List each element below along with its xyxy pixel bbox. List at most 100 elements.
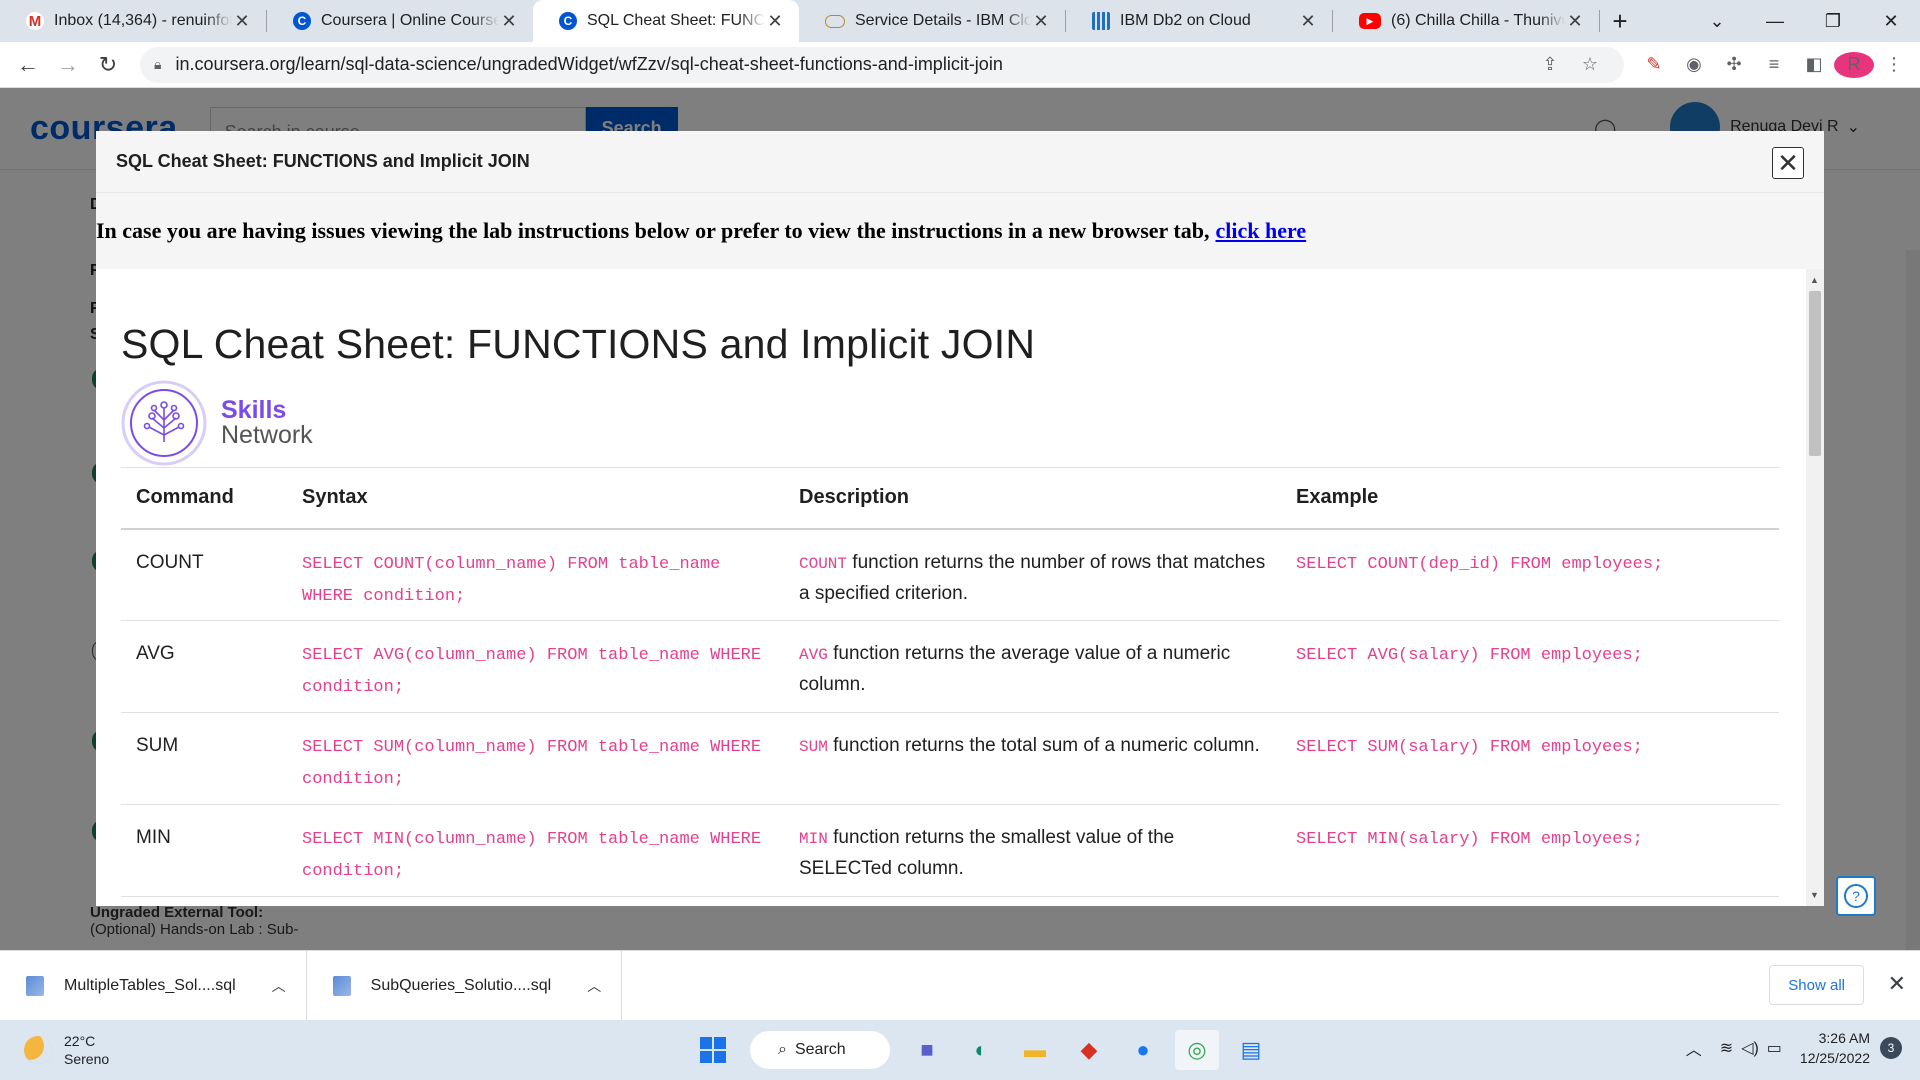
modal-close-button[interactable]: ✕ xyxy=(1772,147,1804,179)
battery-icon[interactable]: ▭ xyxy=(1767,1038,1782,1058)
menu-kebab-icon[interactable]: ⋮ xyxy=(1874,54,1914,75)
command-cell: MIN xyxy=(121,804,287,897)
weather-widget[interactable]: 22°C Sereno xyxy=(24,1032,109,1068)
notepad-icon[interactable]: ▤ xyxy=(1229,1030,1273,1070)
back-icon[interactable]: ← xyxy=(8,52,48,78)
coursera-icon: C xyxy=(293,12,311,30)
address-bar[interactable]: 🔒︎ in.coursera.org/learn/sql-data-scienc… xyxy=(140,46,1624,83)
windows-start-icon[interactable] xyxy=(691,1030,735,1070)
profile-avatar[interactable]: R xyxy=(1834,51,1874,78)
camera-extension-icon[interactable]: ◉ xyxy=(1674,54,1714,75)
view-issue-notice: In case you are having issues viewing th… xyxy=(96,193,1824,269)
pen-extension-icon[interactable]: ✎ xyxy=(1634,54,1674,75)
chrome-icon[interactable]: ◎ xyxy=(1175,1030,1219,1070)
media-queue-icon[interactable]: ≡ xyxy=(1754,54,1794,75)
example-cell: SELECT COUNT(dep_id) FROM employees; xyxy=(1281,528,1779,621)
table-row: AVG SELECT AVG(column_name) FROM table_n… xyxy=(121,620,1779,713)
minimize-icon[interactable]: — xyxy=(1746,11,1804,32)
window-controls: ⌄ — ❐ ✕ xyxy=(1688,0,1920,42)
help-button[interactable]: ? xyxy=(1836,876,1876,916)
system-tray: ︿ ≋ ◁) ▭ 3:26 AM 12/25/2022 3 xyxy=(1686,1028,1902,1068)
edge-browser-icon[interactable]: ◐ xyxy=(959,1030,1003,1070)
side-panel-icon[interactable]: ◧ xyxy=(1794,54,1834,75)
tab-search-icon[interactable]: ⌄ xyxy=(1688,11,1746,32)
brand-text: Skills Network xyxy=(221,398,313,448)
page-title: SQL Cheat Sheet: FUNCTIONS and Implicit … xyxy=(121,321,1036,367)
tab-sql-cheat-sheet[interactable]: C SQL Cheat Sheet: FUNCTIONS ✕ xyxy=(533,0,799,42)
moon-icon xyxy=(24,1036,52,1064)
close-icon[interactable]: ✕ xyxy=(1298,11,1318,32)
description-cell: SUM function returns the total sum of a … xyxy=(784,712,1281,805)
tab-title: Coursera | Online Courses & C xyxy=(321,12,499,29)
download-item[interactable]: MultipleTables_Sol....sql ︿ xyxy=(0,950,307,1021)
taskbar-search[interactable]: ⌕ Search xyxy=(750,1031,890,1069)
download-item[interactable]: SubQueries_Solutio....sql ︿ xyxy=(307,950,623,1021)
tab-gmail[interactable]: M Inbox (14,364) - renuinfotec ✕ xyxy=(0,0,266,42)
description-code: AVG xyxy=(799,646,828,664)
tab-youtube[interactable]: ▶ (6) Chilla Chilla - Thunivu Ly ✕ xyxy=(1333,0,1599,42)
close-icon[interactable]: ✕ xyxy=(1031,11,1051,32)
chevron-up-icon[interactable]: ︿ xyxy=(272,976,286,996)
lock-icon[interactable]: 🔒︎ xyxy=(154,56,161,73)
tab-coursera[interactable]: C Coursera | Online Courses & C ✕ xyxy=(267,0,533,42)
column-header-example: Example xyxy=(1281,467,1779,530)
scrollbar-thumb[interactable] xyxy=(1809,291,1821,456)
close-icon[interactable]: ✕ xyxy=(1565,11,1585,32)
close-icon[interactable]: ✕ xyxy=(499,11,519,32)
description-text: function returns the total sum of a nume… xyxy=(833,735,1260,756)
chevron-up-icon[interactable]: ︿ xyxy=(587,976,601,996)
column-header-description: Description xyxy=(784,467,1281,530)
click-here-link[interactable]: click here xyxy=(1215,218,1306,244)
teams-chat-icon[interactable]: ■ xyxy=(905,1030,949,1070)
clock[interactable]: 3:26 AM 12/25/2022 xyxy=(1800,1028,1870,1068)
scroll-down-icon[interactable]: ▼ xyxy=(1810,890,1819,900)
lab-instructions-frame: SQL Cheat Sheet: FUNCTIONS and Implicit … xyxy=(96,269,1824,906)
syntax-code: SELECT SUM(column_name) FROM table_name … xyxy=(302,738,762,789)
description-code: MIN xyxy=(799,830,828,848)
description-cell: MIN function returns the smallest value … xyxy=(784,804,1281,897)
notification-count-badge[interactable]: 3 xyxy=(1880,1037,1902,1059)
volume-icon[interactable]: ◁) xyxy=(1741,1038,1759,1058)
url-text[interactable]: in.coursera.org/learn/sql-data-science/u… xyxy=(175,54,1530,75)
close-icon[interactable]: ✕ xyxy=(232,11,252,32)
reload-icon[interactable]: ↻ xyxy=(88,52,128,78)
forward-icon[interactable]: → xyxy=(48,52,88,78)
tab-title: Inbox (14,364) - renuinfotec xyxy=(54,12,232,29)
syntax-cell: SELECT MIN(column_name) FROM table_name … xyxy=(287,804,784,897)
close-window-icon[interactable]: ✕ xyxy=(1862,11,1920,32)
command-cell: SUM xyxy=(121,712,287,805)
scroll-up-icon[interactable]: ▲ xyxy=(1810,275,1819,285)
close-icon[interactable]: ✕ xyxy=(765,11,785,32)
acrobat-icon[interactable]: ◆ xyxy=(1067,1030,1111,1070)
bookmark-star-icon[interactable]: ☆ xyxy=(1570,54,1610,75)
tab-ibm-cloud[interactable]: Service Details - IBM Cloud ✕ xyxy=(799,0,1065,42)
cloud-icon xyxy=(825,14,845,28)
table-row: COUNT SELECT COUNT(column_name) FROM tab… xyxy=(121,528,1779,621)
tab-ibm-db2[interactable]: IBM Db2 on Cloud ✕ xyxy=(1066,0,1332,42)
share-icon[interactable]: ⇪ xyxy=(1530,54,1570,75)
chevron-up-icon[interactable]: ︿ xyxy=(1686,1036,1702,1060)
syntax-cell: SELECT AVG(column_name) FROM table_name … xyxy=(287,620,784,713)
lab-modal: SQL Cheat Sheet: FUNCTIONS and Implicit … xyxy=(96,131,1824,906)
brand-line-network: Network xyxy=(221,421,313,449)
tab-title: SQL Cheat Sheet: FUNCTIONS xyxy=(587,12,765,29)
new-tab-button[interactable]: + xyxy=(1600,0,1640,42)
example-code: SELECT MIN(salary) FROM employees; xyxy=(1296,830,1643,849)
column-header-command: Command xyxy=(121,467,287,530)
restore-icon[interactable]: ❐ xyxy=(1804,11,1862,32)
downloads-bar: MultipleTables_Sol....sql ︿ SubQueries_S… xyxy=(0,950,1920,1021)
youtube-icon: ▶ xyxy=(1359,13,1381,29)
file-explorer-icon[interactable]: ▬ xyxy=(1013,1030,1057,1070)
extensions-bar: ✎ ◉ ✣ ≡ ◧ R ⋮ xyxy=(1634,51,1914,78)
facebook-icon[interactable]: ● xyxy=(1121,1030,1165,1070)
show-all-button[interactable]: Show all xyxy=(1769,965,1864,1005)
cheat-sheet-document: SQL Cheat Sheet: FUNCTIONS and Implicit … xyxy=(121,269,1779,897)
frame-scrollbar[interactable]: ▲ ▼ xyxy=(1806,269,1824,906)
tab-title: IBM Db2 on Cloud xyxy=(1120,12,1251,29)
table-header-row: Command Syntax Description Example xyxy=(121,467,1779,530)
puzzle-extensions-icon[interactable]: ✣ xyxy=(1714,54,1754,75)
close-downloads-icon[interactable]: ✕ xyxy=(1888,971,1906,997)
tab-title: (6) Chilla Chilla - Thunivu Ly xyxy=(1391,12,1565,29)
description-cell: AVG function returns the average value o… xyxy=(784,620,1281,713)
wifi-icon[interactable]: ≋ xyxy=(1720,1038,1733,1058)
